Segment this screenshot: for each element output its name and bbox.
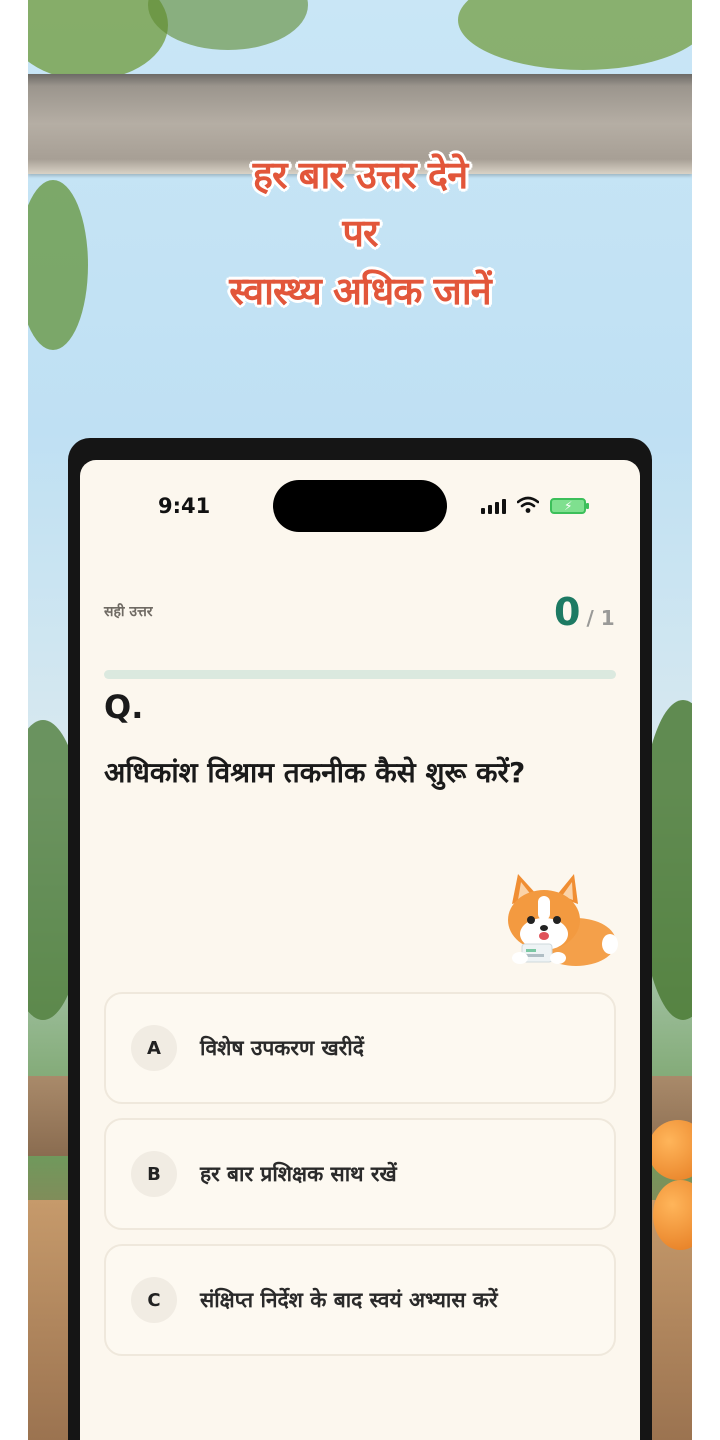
phone-screen: 9:41 ⚡ सही उत्तर 0 / 1 Q. अधिकांश विश्रा… <box>80 460 640 1440</box>
question-mark-label: Q. <box>104 688 144 726</box>
option-letter: B <box>131 1151 177 1197</box>
score-total: / 1 <box>586 606 615 630</box>
leaves-decoration <box>148 0 308 50</box>
status-time: 9:41 <box>158 494 211 518</box>
wifi-icon <box>517 496 539 513</box>
score-value: 0 <box>554 590 581 634</box>
leaves-decoration <box>28 0 168 80</box>
headline-line-2: पर <box>342 211 378 255</box>
option-text: संक्षिप्त निर्देश के बाद स्वयं अभ्यास कर… <box>200 1288 498 1312</box>
option-b[interactable]: B हर बार प्रशिक्षक साथ रखें <box>104 1118 616 1230</box>
signal-icon <box>481 498 506 514</box>
option-a[interactable]: A विशेष उपकरण खरीदें <box>104 992 616 1104</box>
option-letter: A <box>131 1025 177 1071</box>
leaves-decoration <box>458 0 692 70</box>
headline-line-1: हर बार उत्तर देने <box>252 153 468 197</box>
headline-line-3: स्वास्थ्य अधिक जानें <box>229 269 492 313</box>
option-letter: C <box>131 1277 177 1323</box>
progress-bar <box>104 670 616 679</box>
option-text: विशेष उपकरण खरीदें <box>200 1036 364 1060</box>
option-c[interactable]: C संक्षिप्त निर्देश के बाद स्वयं अभ्यास … <box>104 1244 616 1356</box>
battery-icon: ⚡ <box>550 498 589 514</box>
option-text: हर बार प्रशिक्षक साथ रखें <box>200 1162 397 1186</box>
score-counter: 0 / 1 <box>554 590 615 634</box>
corgi-mascot <box>508 874 618 966</box>
dynamic-island <box>273 480 447 532</box>
question-text: अधिकांश विश्राम तकनीक कैसे शुरू करें? <box>104 756 526 789</box>
promo-headline: हर बार उत्तर देने पर स्वास्थ्य अधिक जाने… <box>28 146 692 320</box>
score-label: सही उत्तर <box>104 604 153 620</box>
